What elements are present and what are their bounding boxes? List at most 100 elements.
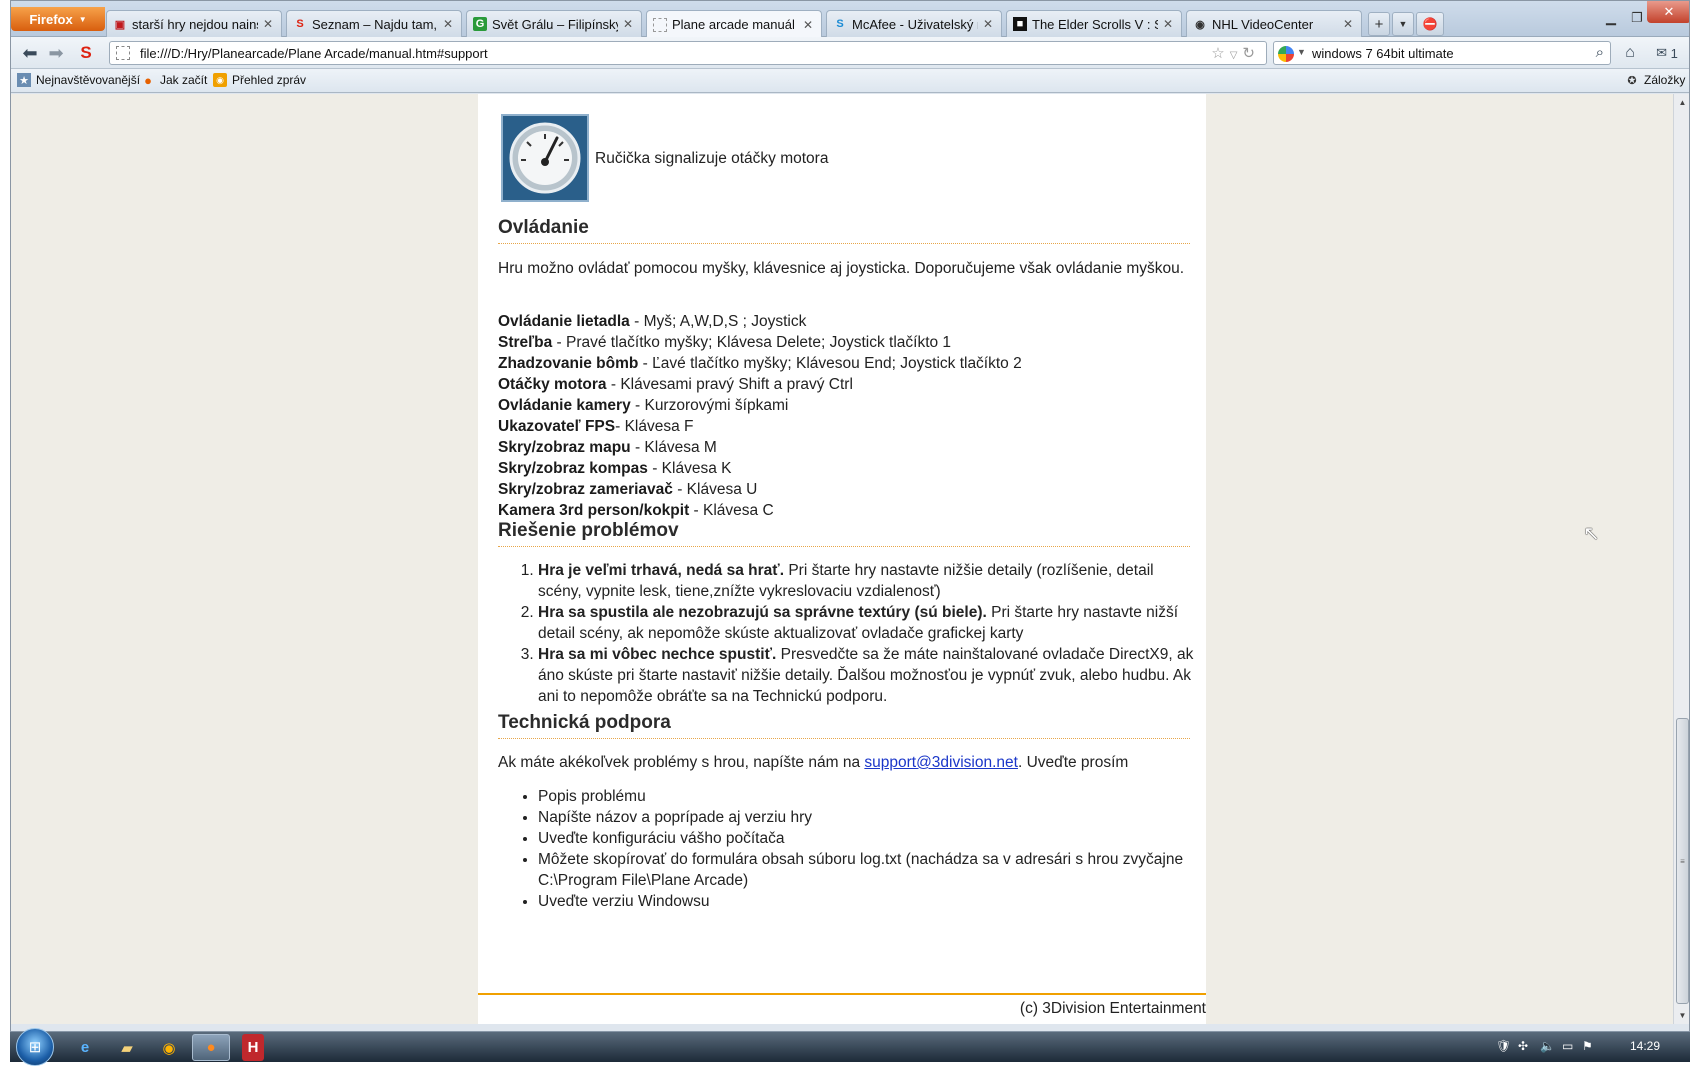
restore-icon: ❐ <box>1631 10 1643 25</box>
taskbar-internet-explorer[interactable]: e <box>66 1034 104 1061</box>
vertical-scrollbar[interactable]: ▲ ≡ ▼ <box>1673 94 1689 1024</box>
chevron-down-icon: ▼ <box>78 14 87 24</box>
tab-svet-gralu[interactable]: G Svět Grálu – Filipínský léčit... ✕ <box>466 10 642 37</box>
section-heading-technicka-podpora: Technická podpora <box>498 712 1190 739</box>
problem-item: Hra sa spustila ale nezobrazujú sa správ… <box>538 602 1198 644</box>
action-center-flag-icon[interactable]: ⚑ <box>1582 1039 1593 1053</box>
home-icon: ⌂ <box>1625 44 1635 61</box>
triangle-up-icon: ▲ <box>1678 98 1687 107</box>
control-value: - Pravé tlačítko myšky; Klávesa Delete; … <box>552 334 952 351</box>
list-all-tabs-button[interactable]: ▼ <box>1392 12 1414 36</box>
new-tab-button[interactable]: + <box>1368 12 1390 36</box>
control-row: Skry/zobraz kompas - Klávesa K <box>498 458 1198 479</box>
control-row: Ukazovateľ FPS- Klávesa F <box>498 416 1198 437</box>
scrollbar-thumb[interactable]: ≡ <box>1676 718 1689 1004</box>
tab-seznam[interactable]: S Seznam – Najdu tam, co hl... ✕ <box>286 10 462 37</box>
control-key: Skry/zobraz zameriavač <box>498 481 673 498</box>
search-bar[interactable]: ▼ windows 7 64bit ultimate ⌕ <box>1273 41 1611 65</box>
network-icon[interactable]: ▭ <box>1562 1039 1573 1053</box>
back-button[interactable]: ⬅ <box>17 41 43 65</box>
chevron-down-icon: ▼ <box>1297 47 1306 57</box>
internet-explorer-icon: e <box>80 1039 90 1056</box>
tab-skyrim[interactable]: ■ The Elder Scrolls V : Skyrim ... ✕ <box>1006 10 1182 37</box>
control-key: Streľba <box>498 334 553 351</box>
star-bookmark-icon: ★ <box>17 73 31 87</box>
control-row: Ovládanie lietadla - Myš; A,W,D,S ; Joys… <box>498 311 1198 332</box>
folder-icon: ▰ <box>121 1039 133 1057</box>
section-heading-riesenie-problemov: Riešenie problémov <box>498 520 1190 547</box>
taskbar-firefox[interactable]: ● <box>192 1034 230 1061</box>
tab-label: NHL VideoCenter <box>1212 16 1314 32</box>
problem-item: Hra sa mi vôbec nechce spustiť. Presvedč… <box>538 644 1198 707</box>
minimize-button[interactable]: ▁ <box>1597 9 1625 27</box>
firefox-menu-button[interactable]: Firefox ▼ <box>11 7 105 31</box>
media-player-icon: ◉ <box>162 1039 176 1057</box>
reload-icon[interactable]: ↻ <box>1242 45 1260 62</box>
home-button[interactable]: ⌂ <box>1617 41 1643 65</box>
tab-label: Plane arcade manuál <box>672 17 795 32</box>
support-email-link[interactable]: support@3division.net <box>864 754 1018 771</box>
mail-count: 1 <box>1670 45 1678 61</box>
problems-list: Hra je veľmi trhavá, nedá sa hrať. Pri š… <box>498 560 1198 707</box>
close-icon[interactable]: ✕ <box>623 17 635 31</box>
support-intro: Ak máte akékoľvek problémy s hrou, napíš… <box>498 752 1198 773</box>
list-item: Uveďte konfiguráciu vášho počítača <box>538 828 1198 849</box>
tab-plane-arcade[interactable]: Plane arcade manuál ✕ <box>646 10 822 38</box>
window-close-button[interactable]: ✕ <box>1647 1 1689 23</box>
address-bar[interactable]: file:///D:/Hry/Planearcade/Plane Arcade/… <box>109 41 1267 65</box>
close-icon[interactable]: ✕ <box>1163 17 1175 31</box>
scroll-up-button[interactable]: ▲ <box>1674 94 1689 111</box>
history-dropdown-icon[interactable]: ▽ <box>1230 50 1243 61</box>
google-icon[interactable] <box>1278 46 1294 62</box>
start-button[interactable]: ⊞ <box>16 1028 54 1066</box>
scroll-down-button[interactable]: ▼ <box>1674 1007 1689 1024</box>
seznam-icon: S <box>80 43 92 62</box>
bookmark-nejnavstevovanejsi[interactable]: ★ Nejnavštěvovanější <box>17 73 140 87</box>
close-icon[interactable]: ✕ <box>1343 17 1355 31</box>
tab-starsi-hry[interactable]: ▣ starší hry nejdou nainstalov... ✕ <box>106 10 282 37</box>
tab-mcafee[interactable]: S McAfee - Uživatelský návo... ✕ <box>826 10 1002 37</box>
list-item: Môžete skopírovať do formulára obsah súb… <box>538 849 1198 891</box>
pdf-icon: ▣ <box>114 18 126 31</box>
tab-nhl[interactable]: ◉ NHL VideoCenter ✕ <box>1186 10 1362 37</box>
control-key: Skry/zobraz mapu <box>498 439 631 456</box>
volume-icon[interactable]: 🔈 <box>1540 1039 1555 1053</box>
control-row: Skry/zobraz zameriavač - Klávesa U <box>498 479 1198 500</box>
firefox-icon: ● <box>144 72 152 88</box>
gral-icon: G <box>473 17 487 31</box>
bookmarks-menu-button[interactable]: ✪ Záložky <box>1625 73 1685 87</box>
problem-title: Hra je veľmi trhavá, nedá sa hrať. <box>538 562 785 579</box>
bookmark-prehled-zprav[interactable]: ◉ Přehled zpráv <box>213 73 306 87</box>
addon-button[interactable]: ⛔ <box>1416 12 1444 36</box>
list-item: Napíšte názov a poprípade aj verziu hry <box>538 807 1198 828</box>
control-value: - Klávesami pravý Shift a pravý Ctrl <box>606 376 853 393</box>
control-key: Ovládanie kamery <box>498 397 631 414</box>
taskbar-app-h[interactable]: H <box>242 1034 264 1061</box>
chevron-down-icon: ▼ <box>1398 19 1408 29</box>
problem-title: Hra sa mi vôbec nechce spustiť. <box>538 646 777 663</box>
section-heading-ovladanie: Ovládanie <box>498 217 1190 244</box>
close-icon[interactable]: ✕ <box>263 17 275 31</box>
list-item: Popis problému <box>538 786 1198 807</box>
network-tool-icon[interactable]: ✣ <box>1518 1039 1528 1053</box>
taskbar-clock[interactable]: 14:29 <box>1630 1039 1660 1053</box>
taskbar-media-player[interactable]: ◉ <box>150 1034 188 1061</box>
bookmark-jak-zacit[interactable]: ● Jak začít <box>141 72 207 88</box>
close-icon[interactable]: ✕ <box>803 18 815 32</box>
triangle-down-icon: ▼ <box>1678 1011 1687 1020</box>
address-bar-icons: ☆▽↻ <box>1211 44 1260 62</box>
mail-button[interactable]: ✉ 1 <box>1647 41 1687 65</box>
close-icon[interactable]: ✕ <box>983 17 995 31</box>
search-icon[interactable]: ⌕ <box>1596 44 1604 61</box>
forward-button[interactable]: ➡ <box>43 41 69 65</box>
control-row: Streľba - Pravé tlačítko myšky; Klávesa … <box>498 332 1198 353</box>
page-identity-icon <box>116 46 130 60</box>
rss-icon: ◉ <box>213 73 227 87</box>
seznam-toolbar-button[interactable]: S <box>73 41 99 65</box>
shield-icon[interactable]: 🛡 <box>1496 1039 1511 1053</box>
taskbar-explorer[interactable]: ▰ <box>108 1034 146 1061</box>
firefox-window: Firefox ▼ ▣ starší hry nejdou nainstalov… <box>10 0 1690 1062</box>
close-icon[interactable]: ✕ <box>443 17 455 31</box>
search-input[interactable]: windows 7 64bit ultimate <box>1312 46 1454 61</box>
bookmark-star-icon[interactable]: ☆ <box>1211 45 1229 62</box>
